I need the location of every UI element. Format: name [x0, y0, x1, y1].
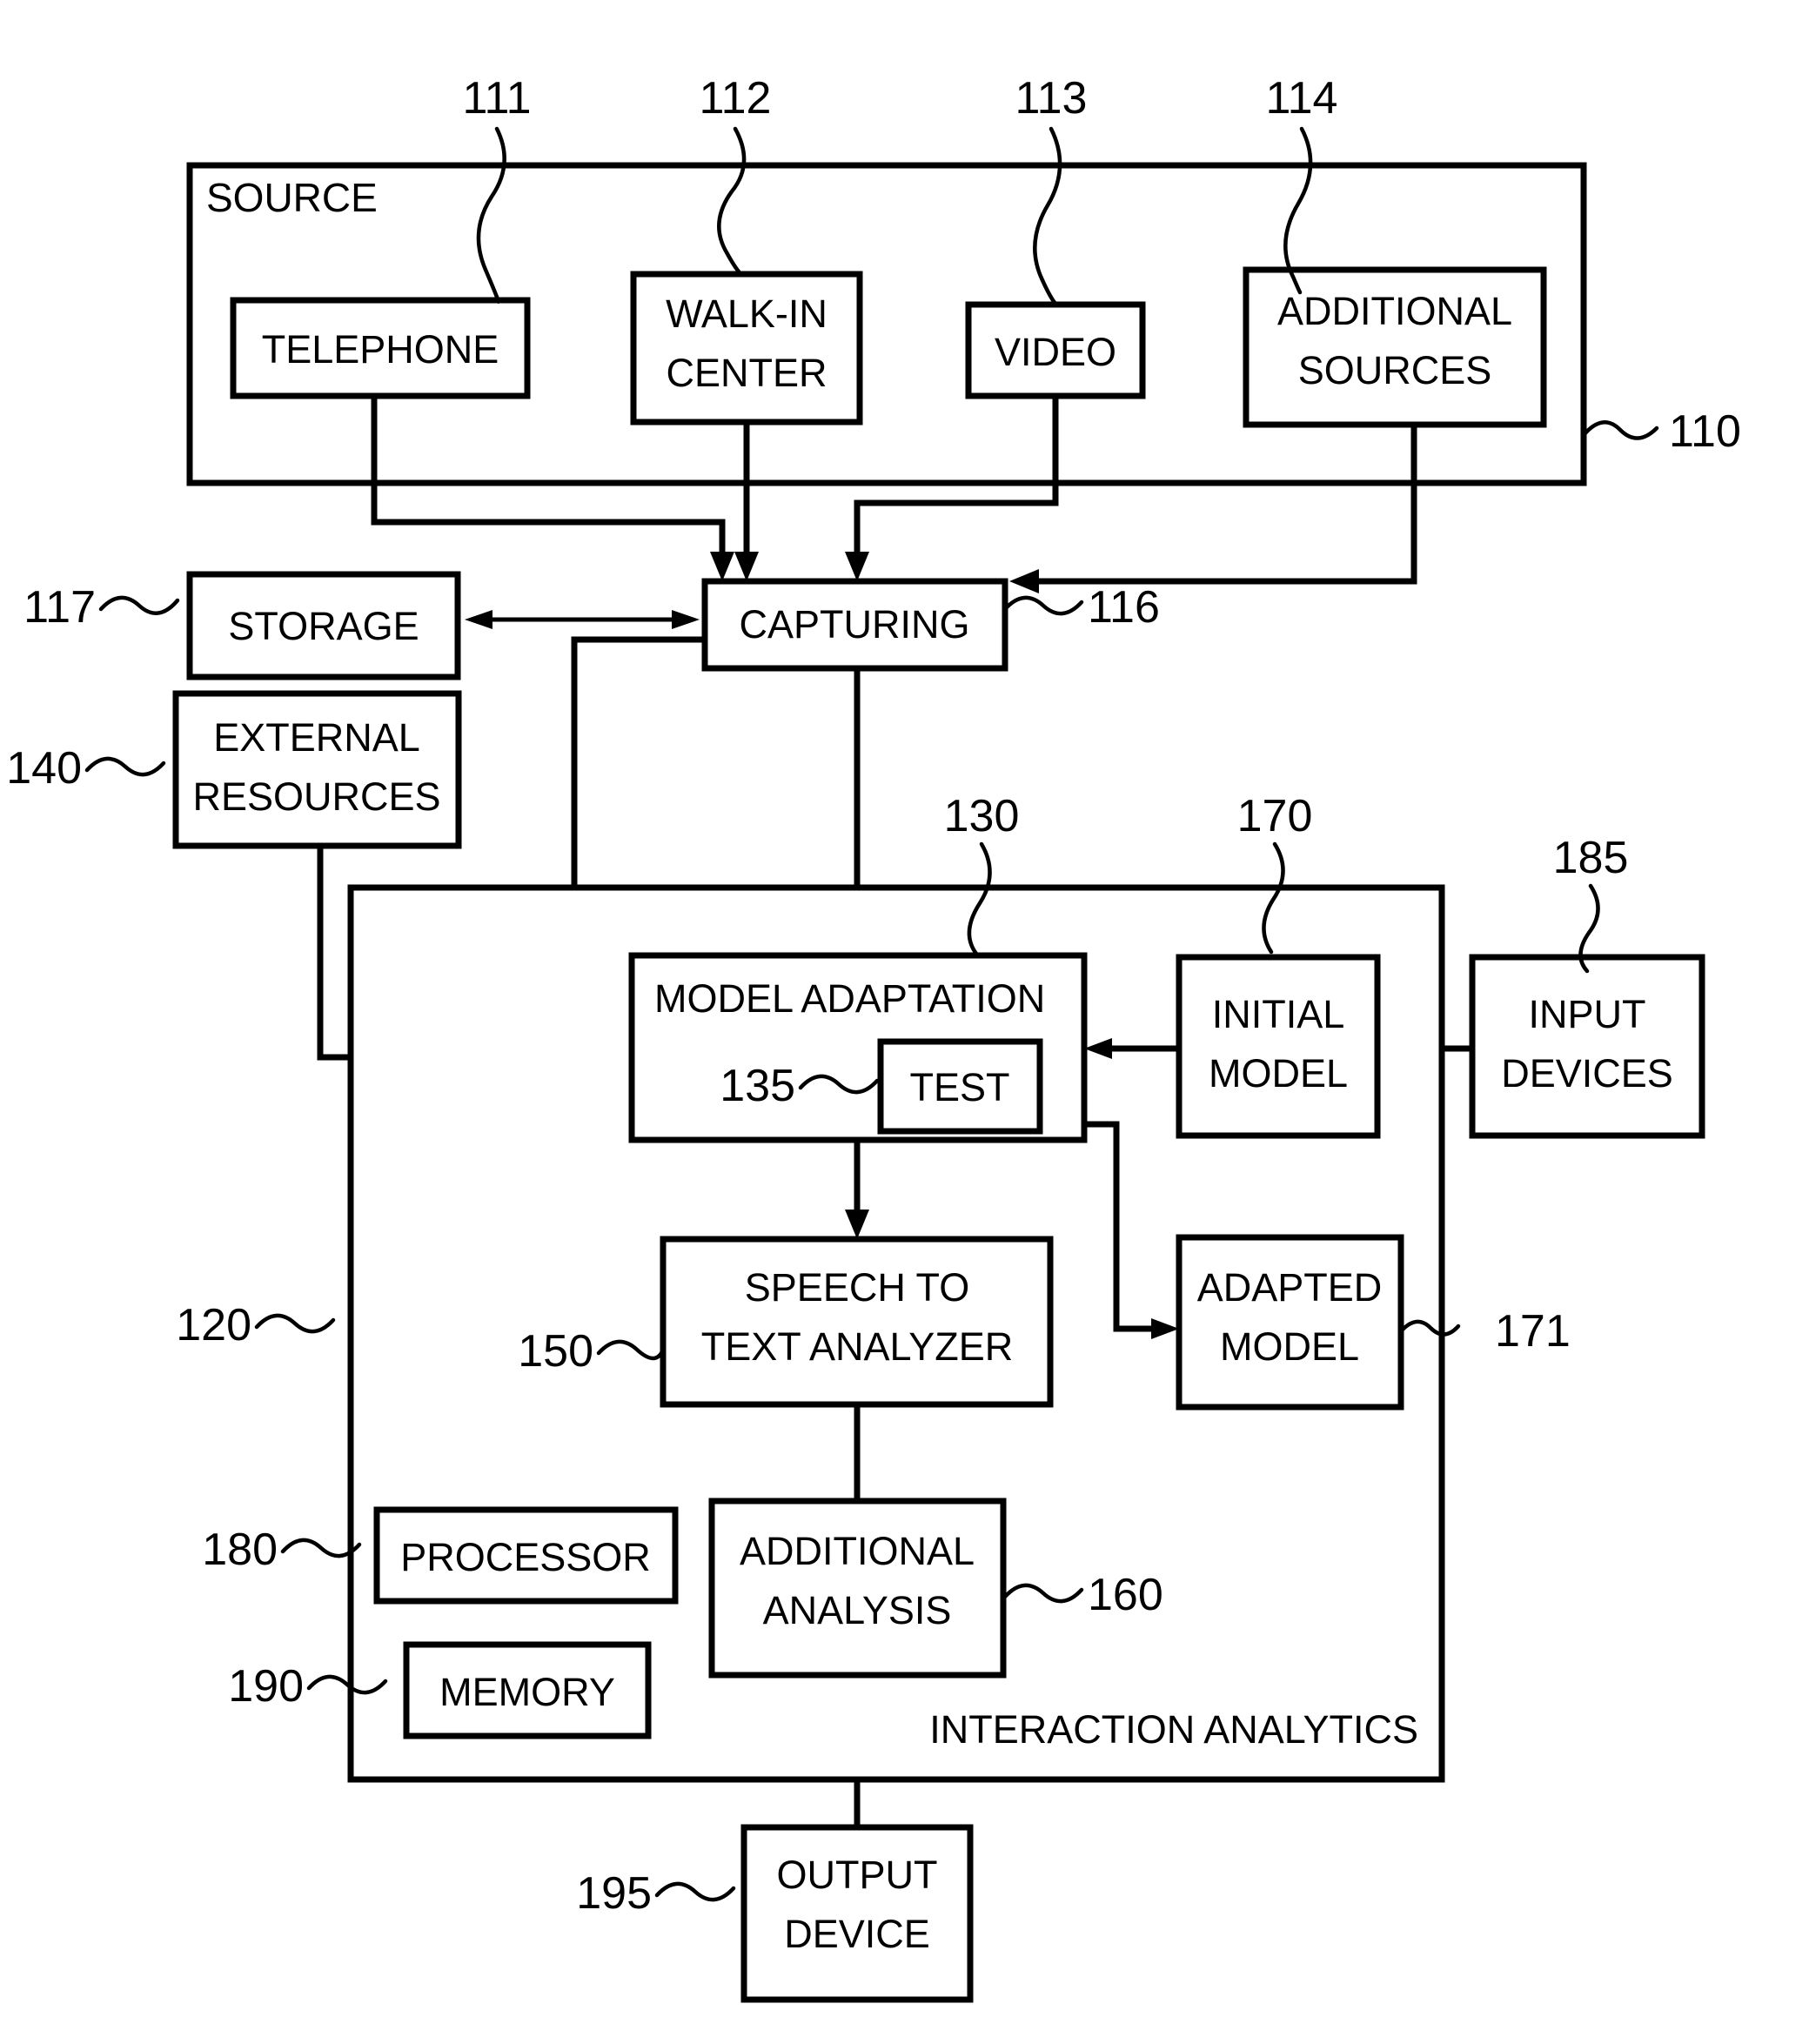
storage-arrowhead-right	[672, 610, 700, 629]
initial-model-label-line2: MODEL	[1209, 1051, 1348, 1096]
telephone-arrowhead	[710, 552, 734, 581]
output-device-label-line2: DEVICE	[784, 1912, 930, 1956]
video-arrowhead	[845, 552, 869, 581]
adapted-model-label-line2: MODEL	[1220, 1324, 1359, 1369]
ref-numeral-116: 116	[1088, 582, 1160, 633]
ref-numeral-160: 160	[1088, 1570, 1163, 1620]
additional-analysis-label-line2: ANALYSIS	[763, 1588, 952, 1632]
input-devices-label-line2: DEVICES	[1501, 1051, 1673, 1096]
leader-195	[654, 1881, 736, 1902]
leader-110	[1581, 420, 1659, 440]
ref-numeral-195: 195	[576, 1868, 652, 1919]
ref-numeral-185: 185	[1553, 833, 1629, 883]
speech-to-text-analyzer-box[interactable]	[660, 1236, 1054, 1408]
adapted-model-label-line1: ADAPTED	[1197, 1265, 1383, 1310]
leader-140	[84, 756, 166, 777]
additional-sources-label-line2: SOURCES	[1298, 348, 1492, 392]
additional-sources-arrowhead	[1009, 569, 1039, 593]
ref-numeral-135: 135	[720, 1061, 795, 1111]
leader-120	[254, 1313, 336, 1334]
ref-numeral-150: 150	[518, 1326, 593, 1377]
ref-numeral-114: 114	[1266, 73, 1338, 124]
additional-analysis-label-line1: ADDITIONAL	[740, 1529, 975, 1573]
ref-numeral-171: 171	[1495, 1306, 1571, 1357]
ref-numeral-112: 112	[700, 73, 772, 124]
ref-numeral-111: 111	[462, 73, 531, 124]
source-container-label: SOURCE	[206, 175, 378, 220]
diagram-canvas: SOURCE TELEPHONE WALK-IN CENTER VIDEO AD…	[6, 73, 1741, 2003]
storage-arrowhead-left	[465, 610, 492, 629]
external-resources-label-line2: RESOURCES	[192, 774, 440, 819]
ref-numeral-180: 180	[202, 1525, 278, 1575]
test-label: TEST	[909, 1065, 1009, 1109]
adapted-model-box[interactable]	[1176, 1234, 1404, 1411]
ref-numeral-170: 170	[1237, 791, 1313, 841]
leader-116	[1002, 595, 1084, 616]
walkin-arrowhead	[734, 552, 759, 581]
model-adaptation-label: MODEL ADAPTATION	[654, 976, 1045, 1021]
ref-numeral-140: 140	[6, 743, 82, 794]
patent-figure: SOURCE TELEPHONE WALK-IN CENTER VIDEO AD…	[0, 0, 1809, 2044]
additional-sources-label-line1: ADDITIONAL	[1277, 289, 1512, 333]
output-device-label-line1: OUTPUT	[777, 1853, 938, 1897]
speech-to-text-label-line1: SPEECH TO	[745, 1265, 969, 1310]
processor-label: PROCESSOR	[400, 1535, 651, 1579]
ref-numeral-120: 120	[176, 1300, 251, 1350]
ref-numeral-130: 130	[944, 791, 1020, 841]
telephone-label: TELEPHONE	[262, 327, 499, 372]
ref-numeral-113: 113	[1015, 73, 1088, 124]
input-devices-box[interactable]	[1469, 954, 1705, 1139]
input-devices-label-line1: INPUT	[1529, 992, 1646, 1036]
leader-117	[98, 595, 180, 615]
initial-model-box[interactable]	[1176, 954, 1381, 1139]
video-label: VIDEO	[995, 330, 1116, 374]
external-resources-label-line1: EXTERNAL	[213, 715, 420, 760]
ref-numeral-117: 117	[23, 582, 96, 633]
ref-numeral-110: 110	[1669, 406, 1741, 457]
walkin-center-label-line2: CENTER	[666, 351, 827, 395]
walkin-center-label-line1: WALK-IN	[666, 292, 827, 336]
initial-model-label-line1: INITIAL	[1212, 992, 1345, 1036]
capturing-label: CAPTURING	[739, 602, 969, 647]
ref-numeral-190: 190	[228, 1661, 304, 1712]
storage-label: STORAGE	[228, 604, 419, 648]
interaction-analytics-label: INTERACTION ANALYTICS	[929, 1707, 1418, 1752]
speech-to-text-label-line2: TEXT ANALYZER	[701, 1324, 1013, 1369]
memory-label: MEMORY	[439, 1670, 615, 1714]
